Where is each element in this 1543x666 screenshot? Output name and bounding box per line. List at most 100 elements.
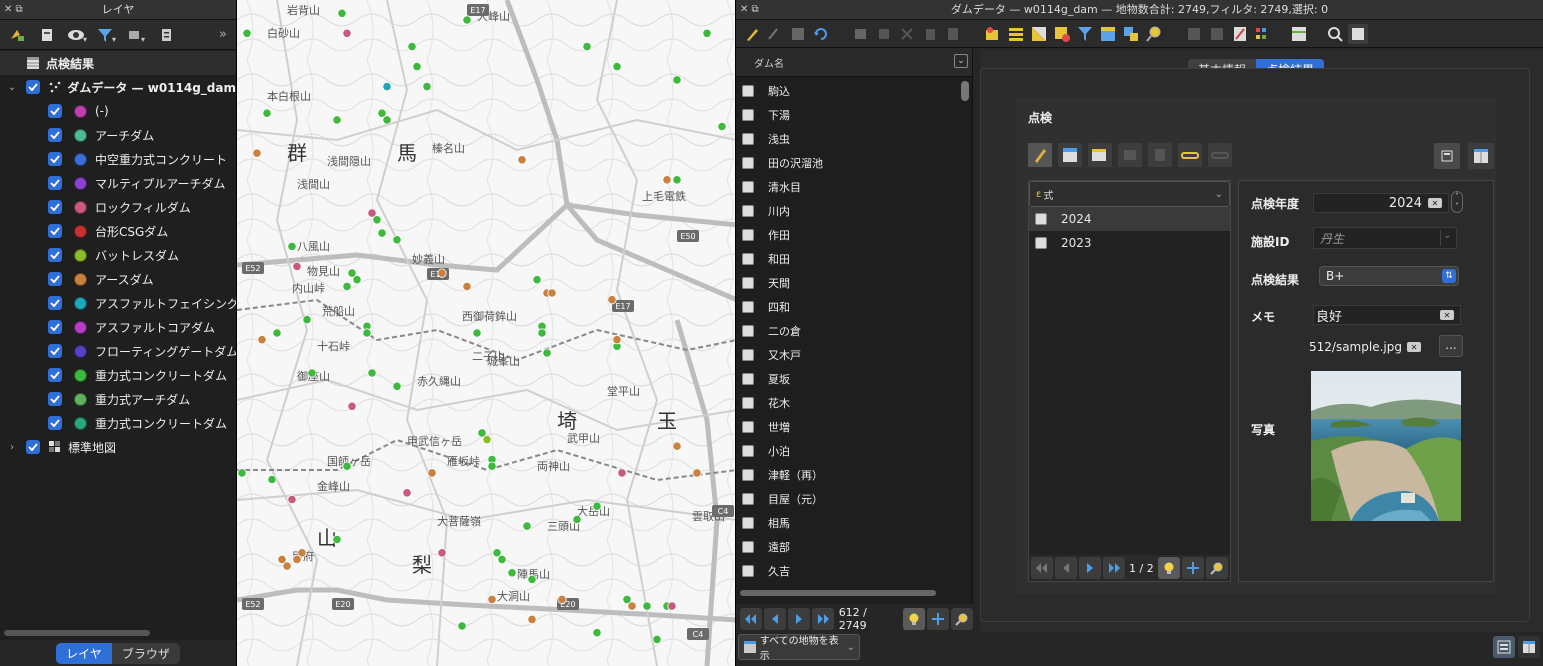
row-checkbox[interactable]: [742, 349, 754, 361]
dam-list-item[interactable]: 小泊: [736, 439, 958, 463]
dam-point[interactable]: [332, 534, 342, 545]
filter-icon[interactable]: [1075, 24, 1095, 44]
save-edits-icon[interactable]: [788, 24, 808, 44]
dam-point[interactable]: [362, 328, 372, 338]
field-calculator-icon[interactable]: [1230, 24, 1250, 44]
row-checkbox[interactable]: [742, 469, 754, 481]
year-spinner[interactable]: ˄ ˅: [1451, 191, 1463, 213]
dam-point[interactable]: [672, 175, 682, 185]
dam-point[interactable]: [302, 315, 312, 325]
dam-point[interactable]: [252, 148, 262, 158]
dam-point[interactable]: [527, 614, 537, 625]
photo-path-input[interactable]: 512/sample.jpg ✕: [1309, 337, 1427, 357]
dam-point[interactable]: [557, 594, 567, 605]
list-vertical-scrollbar[interactable]: [961, 81, 969, 101]
first-child-icon[interactable]: [1031, 557, 1053, 579]
multi-edit-icon[interactable]: [765, 24, 785, 44]
new-field-icon[interactable]: [1184, 24, 1204, 44]
dam-point[interactable]: [642, 601, 652, 611]
row-checkbox[interactable]: [742, 397, 754, 409]
dam-point[interactable]: [297, 548, 307, 558]
tab-browser[interactable]: ブラウザ: [111, 642, 180, 664]
legend-category-item[interactable]: 重力式アーチダム: [0, 387, 236, 411]
row-checkbox[interactable]: [742, 301, 754, 313]
dam-list-item[interactable]: 遠部: [736, 535, 958, 559]
legend-category-item[interactable]: ロックフィルダム: [0, 195, 236, 219]
legend-category-item[interactable]: アースダム: [0, 267, 236, 291]
next-record-icon[interactable]: [787, 608, 810, 630]
dam-point[interactable]: [612, 335, 622, 345]
row-checkbox[interactable]: [742, 373, 754, 385]
clear-icon[interactable]: ✕: [1440, 310, 1454, 320]
dam-list-item[interactable]: 天間: [736, 271, 958, 295]
category-checkbox[interactable]: [48, 416, 62, 430]
expand-all-icon[interactable]: [154, 23, 180, 47]
row-checkbox[interactable]: [742, 85, 754, 97]
dam-point[interactable]: [352, 275, 362, 285]
dam-point[interactable]: [392, 381, 402, 391]
dock-table-icon[interactable]: [1289, 24, 1309, 44]
conditional-formatting-icon[interactable]: [1253, 24, 1273, 44]
dam-point[interactable]: [662, 175, 672, 185]
dam-point[interactable]: [487, 594, 497, 605]
dam-point[interactable]: [342, 28, 352, 38]
panel-close-icon[interactable]: ✕ ⧉: [4, 0, 23, 20]
unlink-child-icon[interactable]: [1208, 143, 1232, 167]
category-checkbox[interactable]: [48, 176, 62, 190]
zoom-to-selection-icon[interactable]: [1144, 24, 1164, 44]
dam-point[interactable]: [507, 568, 517, 578]
category-checkbox[interactable]: [48, 296, 62, 310]
legend-category-item[interactable]: アスファルトフェイシング: [0, 291, 236, 315]
add-child-feature-icon[interactable]: [1088, 143, 1112, 167]
form-view-button[interactable]: [1493, 636, 1515, 658]
paste-icon[interactable]: [943, 24, 963, 44]
dam-point[interactable]: [337, 8, 347, 18]
dam-point[interactable]: [592, 628, 602, 638]
legend-category-item[interactable]: バットレスダム: [0, 243, 236, 267]
category-checkbox[interactable]: [48, 104, 62, 118]
dam-point[interactable]: [332, 115, 342, 125]
dam-point[interactable]: [497, 554, 507, 565]
dam-list-item[interactable]: 世増: [736, 415, 958, 439]
browse-button[interactable]: ...: [1439, 335, 1463, 357]
delete-feature-icon[interactable]: [874, 24, 894, 44]
dam-point[interactable]: [392, 235, 402, 245]
dam-point[interactable]: [462, 281, 472, 291]
dam-point[interactable]: [692, 468, 702, 478]
dam-point[interactable]: [382, 82, 392, 92]
dam-point[interactable]: [307, 368, 317, 378]
basemap-checkbox[interactable]: [26, 440, 40, 454]
delete-child-icon[interactable]: [1148, 143, 1172, 167]
inspection-result-select[interactable]: B+ ⇅: [1319, 266, 1459, 286]
chevron-down-icon[interactable]: ⌄: [954, 54, 968, 68]
dam-photo[interactable]: [1311, 371, 1461, 521]
dam-point[interactable]: [612, 61, 622, 72]
duplicate-child-icon[interactable]: [1118, 143, 1142, 167]
select-by-expression-icon[interactable]: [983, 24, 1003, 44]
dam-point[interactable]: [717, 121, 727, 132]
row-checkbox[interactable]: [742, 133, 754, 145]
prev-child-icon[interactable]: [1055, 557, 1077, 579]
dam-point[interactable]: [592, 501, 602, 511]
dam-list-item[interactable]: 清水目: [736, 175, 958, 199]
dam-point[interactable]: [627, 601, 637, 611]
zoom-to-feature-icon[interactable]: [1205, 557, 1228, 579]
dam-point[interactable]: [667, 601, 677, 611]
dam-point[interactable]: [407, 41, 417, 52]
row-checkbox[interactable]: [742, 541, 754, 553]
deselect-icon[interactable]: [1052, 24, 1072, 44]
dam-point[interactable]: [537, 328, 547, 338]
tab-layers[interactable]: レイヤ: [56, 642, 112, 664]
dam-point[interactable]: [342, 461, 352, 471]
dam-point[interactable]: [237, 468, 247, 478]
category-checkbox[interactable]: [48, 200, 62, 214]
row-checkbox[interactable]: [742, 565, 754, 577]
row-checkbox[interactable]: [742, 229, 754, 241]
row-checkbox[interactable]: [742, 109, 754, 121]
dam-list-item[interactable]: 和田: [736, 247, 958, 271]
dam-list-item[interactable]: 浅虫: [736, 127, 958, 151]
style-manager-icon[interactable]: [4, 23, 30, 47]
row-checkbox[interactable]: [742, 205, 754, 217]
legend-category-item[interactable]: アスファルトコアダム: [0, 315, 236, 339]
table-mode-button[interactable]: [1468, 143, 1494, 169]
